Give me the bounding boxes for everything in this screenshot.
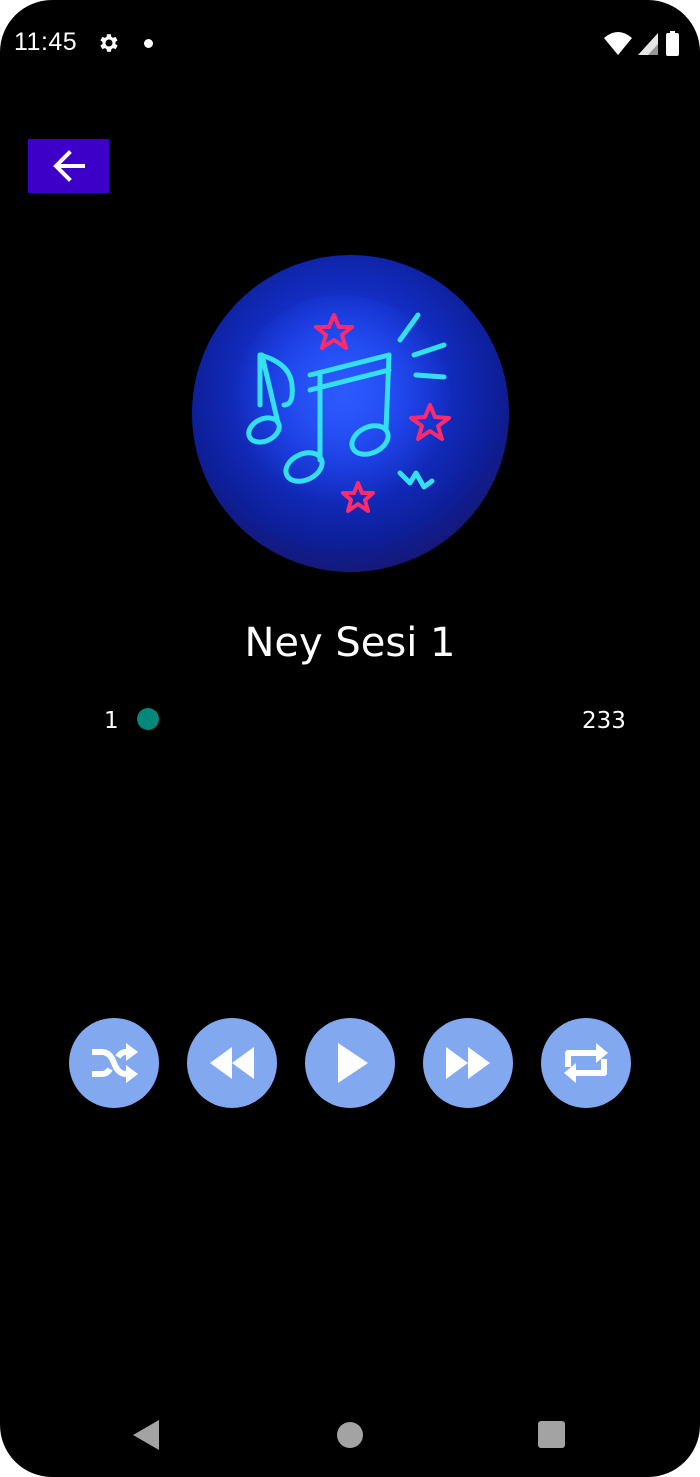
navigation-bar: [0, 1390, 700, 1477]
signal-icon: [638, 33, 658, 55]
wifi-icon: [604, 32, 632, 55]
shuffle-button[interactable]: [69, 1018, 159, 1108]
repeat-icon: [564, 1043, 608, 1083]
fast-forward-icon: [446, 1047, 490, 1079]
gear-icon: [100, 34, 118, 52]
battery-icon: [666, 31, 679, 56]
back-button[interactable]: [28, 139, 109, 193]
status-bar: 11:45: [0, 0, 700, 88]
play-button[interactable]: [305, 1018, 395, 1108]
nav-home-icon[interactable]: [337, 1422, 363, 1448]
album-art: [192, 255, 509, 572]
notification-dot-icon: [144, 39, 153, 48]
arrow-left-icon: [52, 150, 85, 182]
seek-bar[interactable]: [137, 708, 568, 730]
playback-controls: [69, 1018, 631, 1108]
fast-forward-button[interactable]: [423, 1018, 513, 1108]
nav-recents-icon[interactable]: [538, 1421, 565, 1448]
current-position: 1: [104, 708, 119, 734]
rewind-button[interactable]: [187, 1018, 277, 1108]
track-title: Ney Sesi 1: [244, 620, 456, 666]
neon-music-notes-icon: [232, 295, 452, 515]
progress-row: 1 233: [0, 700, 700, 740]
shuffle-icon: [92, 1043, 138, 1083]
seek-thumb[interactable]: [137, 708, 159, 730]
phone-screen: 11:45 Ney Sesi 1 1 233: [0, 0, 700, 1477]
status-time: 11:45: [14, 28, 78, 56]
status-icons: [604, 31, 679, 56]
rewind-icon: [210, 1047, 254, 1079]
play-icon: [338, 1043, 368, 1083]
nav-back-icon[interactable]: [132, 1419, 160, 1451]
repeat-button[interactable]: [541, 1018, 631, 1108]
duration: 233: [582, 708, 626, 734]
